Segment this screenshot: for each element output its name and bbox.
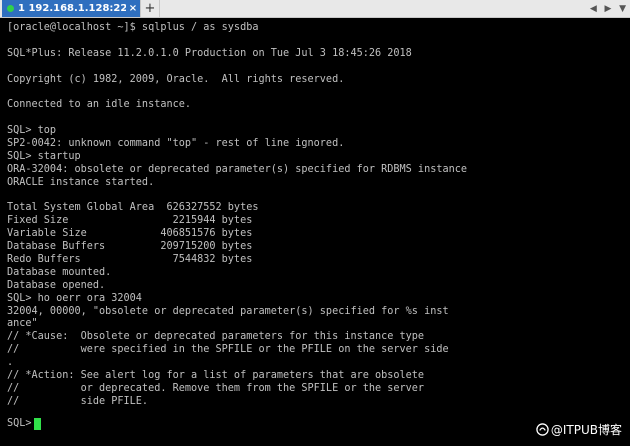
- session-tab[interactable]: 1 192.168.1.128:22 ×: [2, 0, 140, 17]
- sql-prompt: SQL>: [7, 418, 32, 429]
- watermark-logo-icon: [536, 423, 549, 436]
- terminal-line: ance": [7, 318, 38, 330]
- terminal-line: ORACLE instance started.: [7, 176, 155, 188]
- terminal-line: SQL*Plus: Release 11.2.0.1.0 Production …: [7, 47, 412, 59]
- terminal-line: SQL> ho oerr ora 32004: [7, 292, 142, 304]
- tab-list-menu-icon[interactable]: ▼: [619, 4, 626, 14]
- new-tab-button[interactable]: +: [140, 0, 160, 17]
- terminal-line: .: [7, 357, 14, 369]
- terminal-line: ORA-32004: obsolete or deprecated parame…: [7, 163, 468, 175]
- command-prompt-line[interactable]: SQL>: [7, 418, 41, 431]
- scroll-tabs-left-icon[interactable]: ◀: [590, 4, 597, 14]
- terminal-line: Fixed Size 2215944 bytes: [7, 215, 253, 227]
- tab-navigation: ◀ ▶ ▼: [586, 0, 630, 17]
- terminal-line: Database mounted.: [7, 266, 112, 278]
- watermark: @ITPUB博客: [536, 421, 622, 438]
- terminal-line: Variable Size 406851576 bytes: [7, 228, 253, 240]
- close-tab-icon[interactable]: ×: [126, 3, 140, 14]
- terminal-output: [oracle@localhost ~]$ sqlplus / as sysdb…: [7, 22, 626, 409]
- terminal-line: Redo Buffers 7544832 bytes: [7, 254, 253, 266]
- terminal-line: // side PFILE.: [7, 395, 149, 407]
- terminal-line: Copyright (c) 1982, 2009, Oracle. All ri…: [7, 73, 345, 85]
- terminal-cursor: [33, 418, 41, 431]
- terminal-line: SP2-0042: unknown command "top" - rest o…: [7, 138, 345, 150]
- scroll-tabs-right-icon[interactable]: ▶: [605, 4, 612, 14]
- terminal-line: SQL> top: [7, 125, 57, 137]
- terminal-line: Database Buffers 209715200 bytes: [7, 241, 253, 253]
- terminal-line: // or deprecated. Remove them from the S…: [7, 382, 425, 394]
- terminal-line: // *Cause: Obsolete or deprecated parame…: [7, 331, 425, 343]
- terminal-line: // were specified in the SPFILE or the P…: [7, 344, 449, 356]
- connection-status-icon: [7, 5, 14, 12]
- terminal-line: Total System Global Area 626327552 bytes: [7, 202, 259, 214]
- terminal-line: // *Action: See alert log for a list of …: [7, 370, 425, 382]
- watermark-text: @ITPUB博客: [550, 423, 622, 437]
- terminal-line: SQL> startup: [7, 150, 81, 162]
- session-tab-label: 1 192.168.1.128:22: [18, 3, 126, 14]
- terminal-line: 32004, 00000, "obsolete or deprecated pa…: [7, 305, 449, 317]
- terminal-window[interactable]: [oracle@localhost ~]$ sqlplus / as sysdb…: [0, 18, 630, 446]
- tab-bar: 1 192.168.1.128:22 × + ◀ ▶ ▼: [0, 0, 630, 18]
- terminal-line: [oracle@localhost ~]$ sqlplus / as sysdb…: [7, 22, 259, 33]
- terminal-line: Database opened.: [7, 279, 106, 291]
- terminal-line: Connected to an idle instance.: [7, 99, 192, 111]
